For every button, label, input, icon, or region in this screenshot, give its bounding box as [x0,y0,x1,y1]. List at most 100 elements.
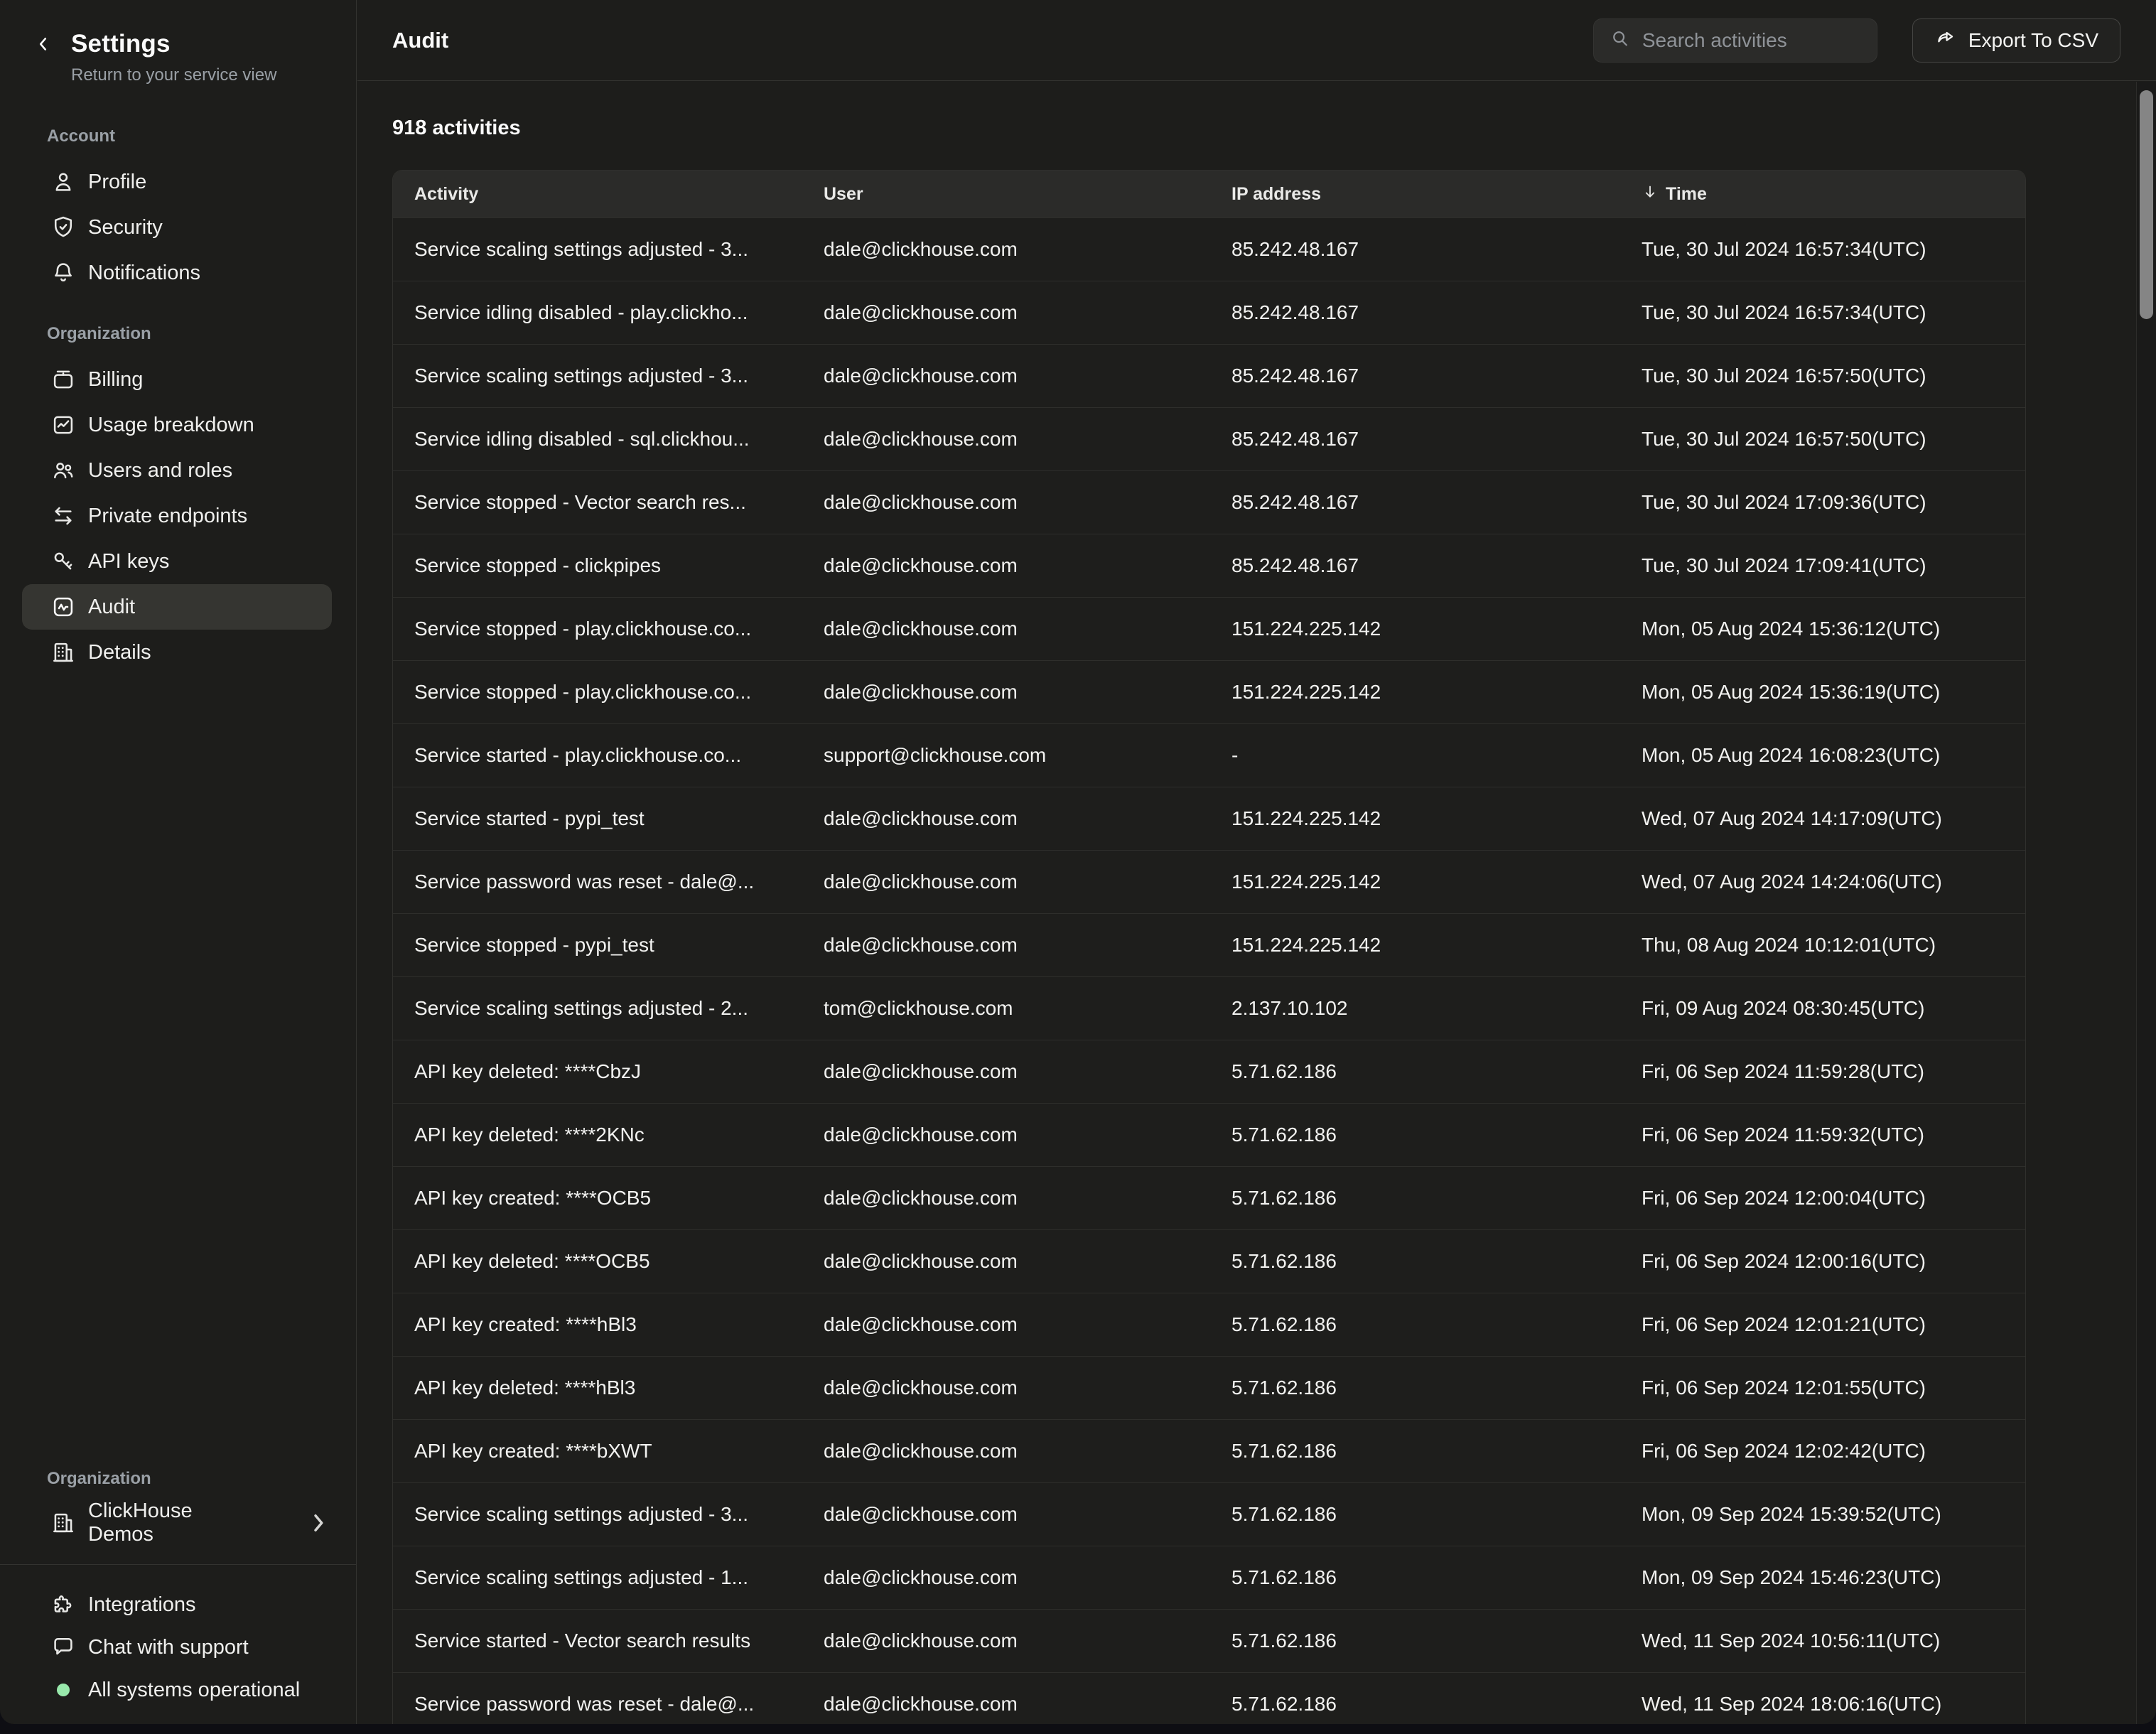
vertical-scrollbar-thumb[interactable] [2140,90,2153,319]
sidebar-item-label: Private endpoints [88,505,247,528]
cell-activity: Service scaling settings adjusted - 3... [393,365,824,387]
cell-activity: Service scaling settings adjusted - 3... [393,1503,824,1526]
cell-user: dale@clickhouse.com [824,681,1231,704]
cell-user: dale@clickhouse.com [824,1440,1231,1463]
topbar: Audit Export To CSV [357,0,2156,81]
table-row: API key deleted: ****2KNcdale@clickhouse… [393,1103,2025,1166]
table-row: Service stopped - play.clickhouse.co...d… [393,660,2025,723]
user-icon [50,168,77,195]
search-icon [1610,28,1631,53]
cell-time: Fri, 06 Sep 2024 12:01:21(UTC) [1642,1313,2025,1336]
bell-icon [50,259,77,286]
table-row: API key created: ****OCB5dale@clickhouse… [393,1166,2025,1229]
column-header-time-label: Time [1666,184,1707,205]
cell-activity: Service stopped - play.clickhouse.co... [393,618,824,640]
system-status-link[interactable]: All systems operational [0,1669,356,1711]
cell-time: Wed, 11 Sep 2024 18:06:16(UTC) [1642,1693,2025,1716]
export-csv-label: Export To CSV [1968,29,2098,52]
cell-activity: Service scaling settings adjusted - 1... [393,1566,824,1589]
cell-ip-address: 151.224.225.142 [1231,618,1642,640]
vertical-scrollbar-track[interactable] [2136,82,2156,1724]
status-green-dot-icon [57,1684,70,1696]
cell-activity: Service password was reset - dale@... [393,1693,824,1716]
table-row: API key deleted: ****CbzJdale@clickhouse… [393,1040,2025,1103]
sidebar-item-notifications[interactable]: Notifications [22,250,332,296]
billing-card-icon [50,366,77,393]
sidebar-item-details[interactable]: Details [22,630,332,675]
table-row: API key created: ****hBl3dale@clickhouse… [393,1293,2025,1356]
search-input[interactable] [1642,29,1861,52]
cell-activity: API key deleted: ****CbzJ [393,1060,824,1083]
cell-ip-address: - [1231,744,1642,767]
status-label: All systems operational [88,1679,300,1702]
cell-activity: Service stopped - Vector search res... [393,491,824,514]
cell-ip-address: 5.71.62.186 [1231,1693,1642,1716]
cell-ip-address: 85.242.48.167 [1231,301,1642,324]
table-header-row: Activity User IP address Time [393,171,2025,217]
sidebar-item-usage-breakdown[interactable]: Usage breakdown [22,402,332,448]
cell-user: dale@clickhouse.com [824,934,1231,957]
footer-item-label: Chat with support [88,1636,249,1659]
back-button[interactable] [31,30,55,61]
cell-activity: API key deleted: ****hBl3 [393,1377,824,1399]
cell-activity: Service stopped - clickpipes [393,554,824,577]
chevron-left-icon [34,35,53,57]
sidebar-item-billing[interactable]: Billing [22,357,332,402]
cell-activity: Service scaling settings adjusted - 2... [393,997,824,1020]
cell-time: Mon, 09 Sep 2024 15:46:23(UTC) [1642,1566,2025,1589]
cell-ip-address: 5.71.62.186 [1231,1124,1642,1146]
cell-ip-address: 85.242.48.167 [1231,238,1642,261]
sidebar-item-private-endpoints[interactable]: Private endpoints [22,493,332,539]
usage-chart-icon [50,411,77,438]
sidebar-item-audit[interactable]: Audit [22,584,332,630]
cell-activity: API key created: ****OCB5 [393,1187,824,1210]
sidebar-item-security[interactable]: Security [22,205,332,250]
sidebar-item-organization-switcher[interactable]: ClickHouse Demos [22,1500,332,1546]
sidebar-item-users-and-roles[interactable]: Users and roles [22,448,332,493]
sidebar-item-label: Usage breakdown [88,414,254,437]
table-row: Service stopped - play.clickhouse.co...d… [393,597,2025,660]
cell-activity: Service idling disabled - sql.clickhou..… [393,428,824,451]
organization-name: ClickHouse Demos [88,1499,262,1546]
cell-ip-address: 5.71.62.186 [1231,1187,1642,1210]
sidebar-item-label: Audit [88,596,135,619]
column-header-time[interactable]: Time [1642,183,2025,205]
cell-ip-address: 85.242.48.167 [1231,428,1642,451]
cell-ip-address: 5.71.62.186 [1231,1440,1642,1463]
cell-user: dale@clickhouse.com [824,1313,1231,1336]
sidebar-item-profile[interactable]: Profile [22,159,332,205]
cell-time: Fri, 09 Aug 2024 08:30:45(UTC) [1642,997,2025,1020]
page-title: Audit [392,28,448,53]
cell-time: Tue, 30 Jul 2024 17:09:41(UTC) [1642,554,2025,577]
cell-user: dale@clickhouse.com [824,1630,1231,1652]
sidebar-item-api-keys[interactable]: API keys [22,539,332,584]
table-row: Service scaling settings adjusted - 3...… [393,217,2025,281]
cell-activity: API key created: ****hBl3 [393,1313,824,1336]
cell-ip-address: 85.242.48.167 [1231,365,1642,387]
cell-time: Thu, 08 Aug 2024 10:12:01(UTC) [1642,934,2025,957]
cell-time: Mon, 09 Sep 2024 15:39:52(UTC) [1642,1503,2025,1526]
integrations-link[interactable]: Integrations [0,1583,356,1626]
table-row: API key created: ****bXWTdale@clickhouse… [393,1419,2025,1482]
cell-time: Tue, 30 Jul 2024 16:57:34(UTC) [1642,301,2025,324]
activity-count: 918 activities [392,117,2156,140]
cell-time: Wed, 11 Sep 2024 10:56:11(UTC) [1642,1630,2025,1652]
column-header-ip: IP address [1231,184,1642,205]
audit-content: 918 activities Activity User IP address … [357,81,2156,1724]
table-row: Service started - play.clickhouse.co...s… [393,723,2025,787]
cell-ip-address: 151.224.225.142 [1231,681,1642,704]
cell-time: Mon, 05 Aug 2024 16:08:23(UTC) [1642,744,2025,767]
export-arrow-icon [1934,26,1957,54]
sidebar-header: Settings Return to your service view [0,0,356,85]
cell-activity: Service started - Vector search results [393,1630,824,1652]
cell-activity: API key deleted: ****2KNc [393,1124,824,1146]
cell-time: Tue, 30 Jul 2024 16:57:34(UTC) [1642,238,2025,261]
cell-ip-address: 5.71.62.186 [1231,1250,1642,1273]
chat-with-support-link[interactable]: Chat with support [0,1626,356,1669]
cell-time: Fri, 06 Sep 2024 12:02:42(UTC) [1642,1440,2025,1463]
export-csv-button[interactable]: Export To CSV [1912,18,2120,63]
cell-activity: Service started - pypi_test [393,807,824,830]
cell-time: Wed, 07 Aug 2024 14:17:09(UTC) [1642,807,2025,830]
sidebar-item-label: Notifications [88,262,200,285]
chat-bubble-icon [50,1634,77,1661]
